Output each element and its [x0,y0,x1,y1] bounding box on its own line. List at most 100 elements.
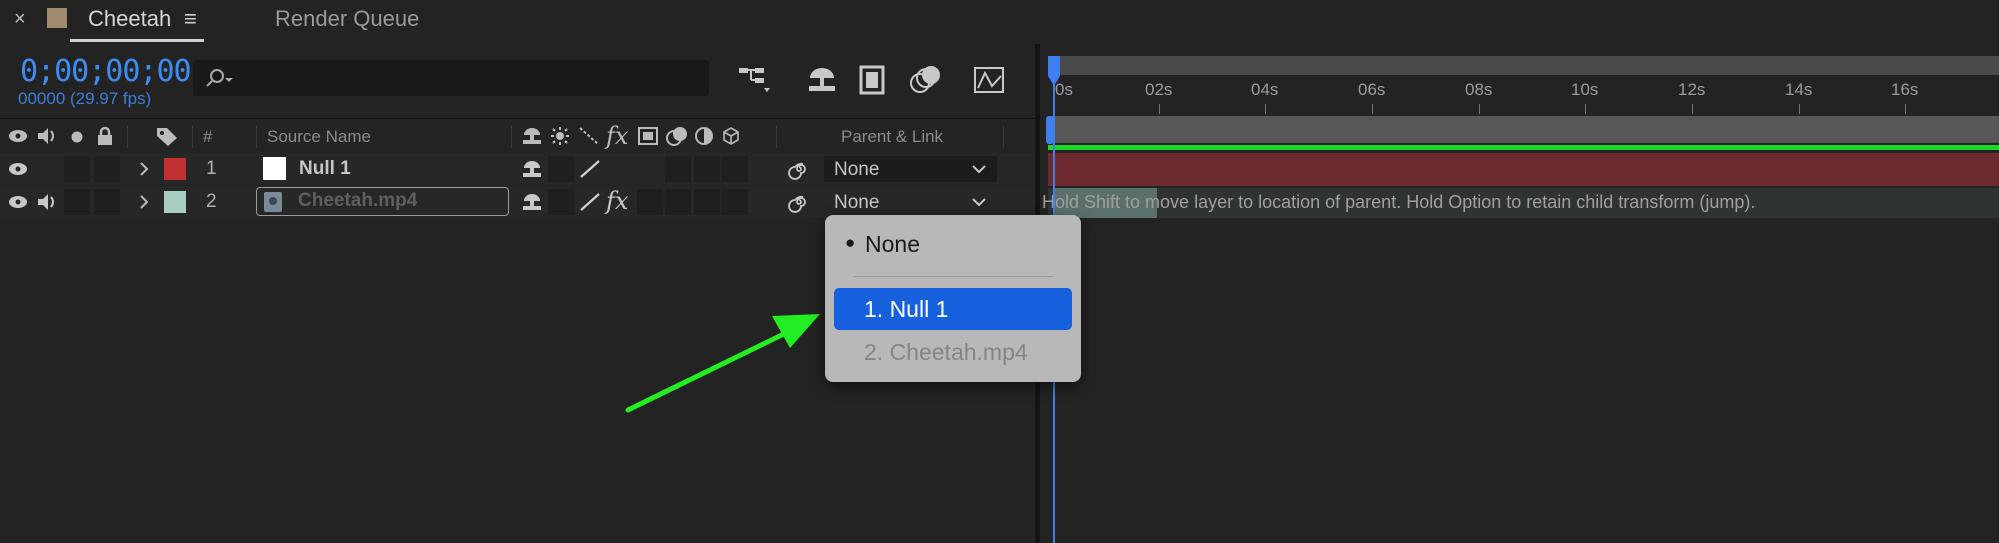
audio-speaker-icon[interactable] [36,127,58,145]
column-divider [256,126,257,148]
layer-search-box[interactable] [193,60,709,96]
close-tab-icon[interactable]: × [14,8,26,31]
parent-value: None [834,192,880,213]
shy-switch-icon[interactable] [521,192,543,212]
frame-rate-info: 00000 (29.97 fps) [18,89,152,108]
ruler-label: 12s [1678,80,1706,99]
parent-link-column-header[interactable]: Parent & Link [841,127,943,147]
lock-icon[interactable] [96,126,114,146]
quality-best-icon[interactable] [578,158,602,180]
menu-item-label: 1. Null 1 [864,296,949,322]
layer-label-color[interactable] [164,158,186,180]
tab-cheetah[interactable]: Cheetah [88,6,171,32]
column-divider [192,126,193,148]
adjustment-switch[interactable] [694,189,720,215]
column-divider [776,126,777,148]
tab-render-queue[interactable]: Render Queue [275,6,419,32]
frame-blend-switch[interactable] [637,189,663,215]
ruler-tick [1905,104,1906,114]
chevron-right-icon[interactable] [139,162,149,176]
menu-item-null-1[interactable]: 1. Null 1 [834,288,1072,330]
graph-editor-icon[interactable] [972,64,1008,96]
playhead-marker-icon [1046,116,1054,144]
ruler-tick [1372,104,1373,114]
search-input[interactable] [237,66,701,92]
draft-3d-icon[interactable] [805,64,839,96]
ruler-tick [1265,104,1266,114]
chevron-down-icon [972,165,986,174]
active-tab-indicator [70,39,204,42]
shy-switch-icon[interactable] [521,159,543,179]
quality-icon[interactable] [578,126,600,146]
panel-menu-icon[interactable]: ≡ [184,6,197,32]
layer-number: 2 [206,191,217,212]
composition-flowchart-icon[interactable] [737,64,773,96]
work-area-bar[interactable] [1048,56,1999,75]
source-name-column-header[interactable]: Source Name [267,127,371,147]
solo-dot-icon[interactable] [70,130,84,144]
motion-blur-switch[interactable] [665,189,691,215]
ruler-label: 14s [1785,80,1813,99]
number-column-header: # [203,127,213,146]
layer-name[interactable]: Null 1 [299,158,351,180]
layer-row[interactable]: 1 Null 1 None [0,153,1035,185]
current-selection-bullet: ● [845,233,856,252]
lock-switch[interactable] [94,189,120,215]
layer-duration-bar[interactable] [1048,153,1999,186]
motion-blur-icon[interactable] [907,64,943,96]
ruler-label: 04s [1251,80,1279,99]
frame-blending-icon[interactable] [857,64,891,96]
video-eye-icon[interactable] [8,195,28,209]
layer-row[interactable]: 2 Cheetah.mp4 fx None [0,186,1035,218]
layer-name[interactable]: Cheetah.mp4 [298,190,417,212]
label-tag-icon[interactable] [155,125,179,147]
collapse-switch[interactable] [548,189,574,215]
parenting-hint-tooltip: Hold Shift to move layer to location of … [1042,192,1756,212]
chevron-right-icon[interactable] [139,195,149,209]
video-eye-icon[interactable] [8,129,28,143]
column-divider [511,126,512,148]
3d-switch[interactable] [722,189,748,215]
pick-whip-icon[interactable] [788,158,810,180]
audio-speaker-icon[interactable] [36,193,58,211]
render-cache-indicator [1048,145,1999,150]
layer-name-field[interactable]: Cheetah.mp4 [256,187,509,216]
video-eye-icon[interactable] [8,162,28,176]
null-object-thumbnail [263,157,286,180]
effects-column-header[interactable]: fx [606,122,628,150]
ruler-tick [1585,104,1586,114]
composition-color-swatch [47,8,67,28]
motion-blur-switch[interactable] [665,156,691,182]
composition-track-bar [1048,116,1999,143]
effects-switch[interactable]: fx [606,187,628,215]
collapse-switch[interactable] [548,156,574,182]
menu-item-none[interactable]: None [865,231,920,258]
quality-best-icon[interactable] [578,191,602,213]
lock-switch[interactable] [94,156,120,182]
panel-tab-bar: × Cheetah ≡ Render Queue [0,0,1999,44]
playhead-handle-icon[interactable] [1042,56,1066,90]
collapse-transform-icon[interactable] [550,126,570,146]
layer-column-header: # Source Name fx Parent & Link [0,118,1035,156]
layer-label-color[interactable] [164,191,186,213]
column-divider [127,126,128,148]
parent-dropdown[interactable]: None [824,189,997,215]
shy-icon[interactable] [521,126,543,146]
pick-whip-icon[interactable] [788,191,810,213]
3d-switch[interactable] [722,156,748,182]
column-divider [1003,126,1004,148]
current-time-display[interactable]: 0;00;00;00 [20,54,192,89]
solo-switch[interactable] [64,189,90,215]
motion-blur-column-icon[interactable] [665,125,689,147]
ruler-tick [1159,104,1160,114]
frame-blend-column-icon[interactable] [637,126,659,146]
parent-dropdown[interactable]: None [824,156,997,182]
chevron-down-icon [972,198,986,207]
ruler-label: 16s [1891,80,1919,99]
3d-layer-cube-icon[interactable] [721,126,741,146]
adjustment-switch[interactable] [694,156,720,182]
solo-switch[interactable] [64,156,90,182]
annotation-arrow-icon [625,314,820,413]
search-icon [206,69,233,87]
adjustment-layer-icon[interactable] [694,126,714,146]
